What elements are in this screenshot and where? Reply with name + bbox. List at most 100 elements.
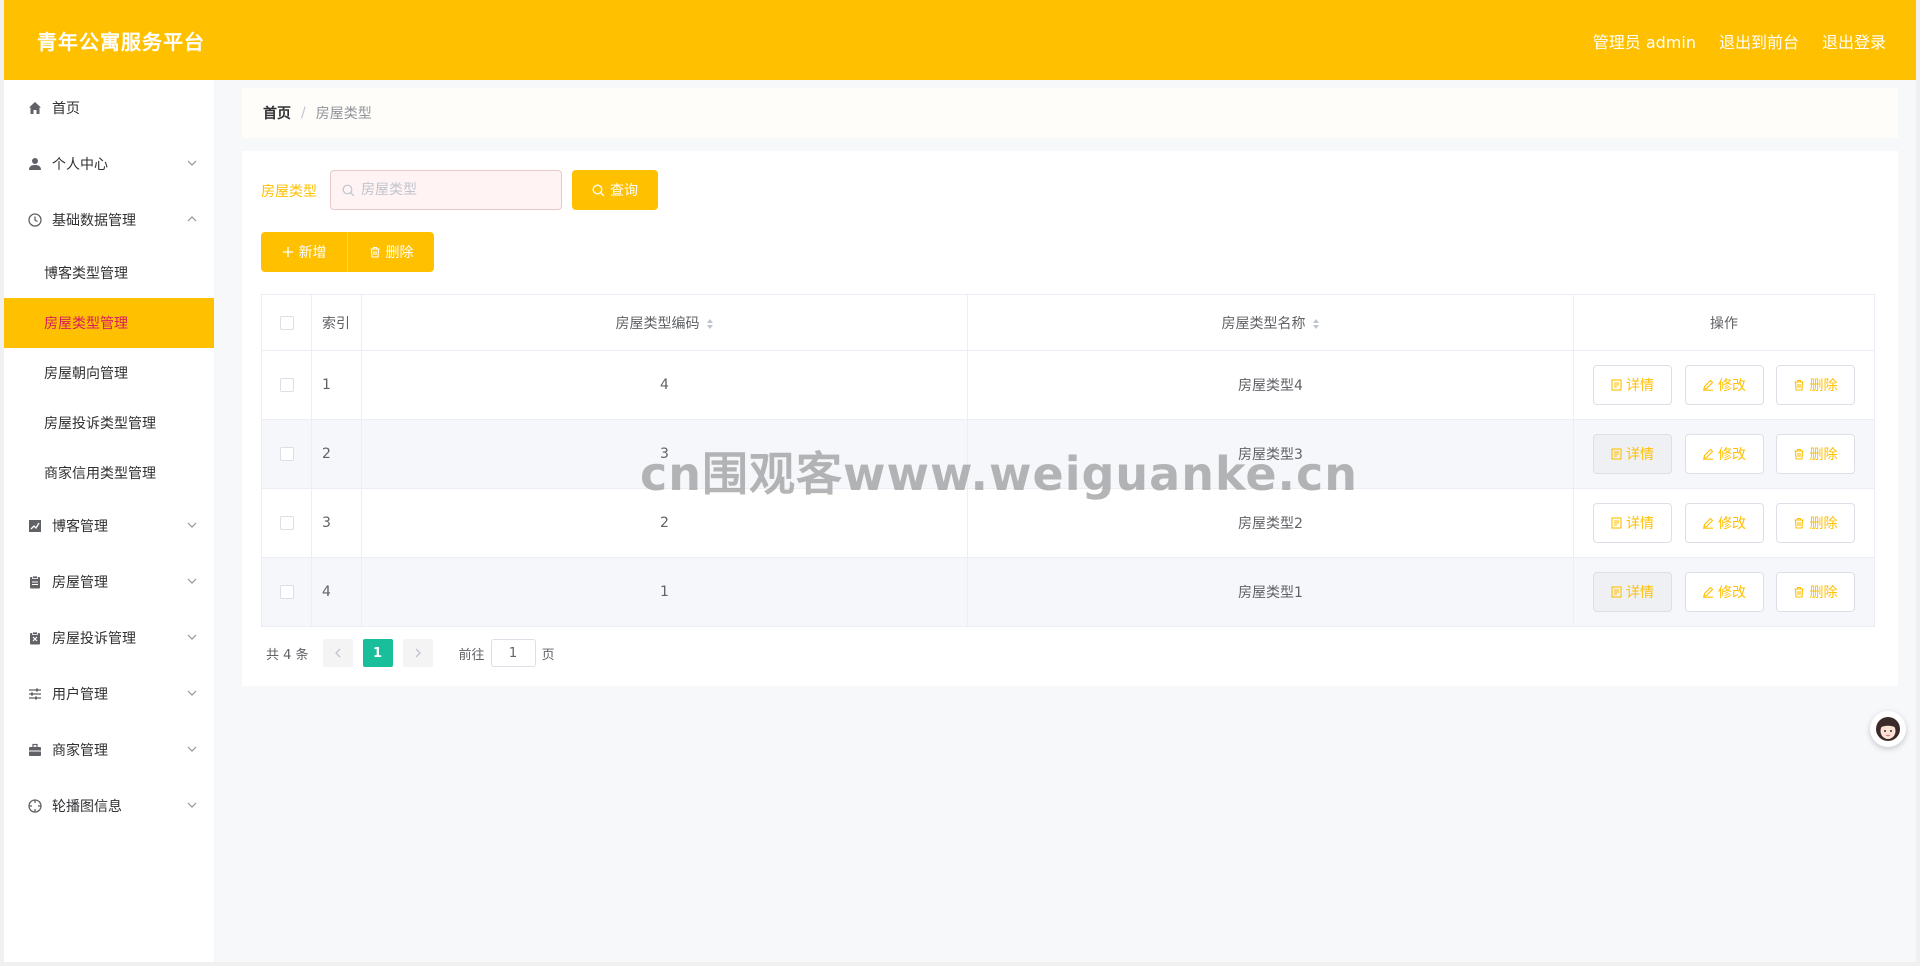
row-code: 4 — [361, 350, 968, 420]
detail-button[interactable]: 详情 — [1593, 365, 1673, 405]
breadcrumb-current: 房屋类型 — [315, 106, 372, 122]
search-icon — [342, 184, 355, 197]
chevron-down-icon — [187, 802, 197, 808]
row-checkbox[interactable] — [279, 378, 294, 392]
row-operations: 详情 修改 删除 — [1573, 488, 1875, 558]
select-all-checkbox[interactable] — [279, 315, 294, 330]
detail-button[interactable]: 详情 — [1593, 572, 1673, 612]
chevron-up-icon — [187, 216, 197, 222]
table-row: 4 1 房屋类型1 详情 修改 删除 — [261, 557, 1875, 627]
table-row: 1 4 房屋类型4 详情 修改 删除 — [261, 350, 1875, 420]
sidebar-item-house-complaint[interactable]: 房屋投诉管理 — [4, 614, 214, 662]
sidebar-item-home[interactable]: 首页 — [4, 84, 214, 132]
edit-label: 修改 — [1718, 585, 1746, 601]
sidebar-item-house[interactable]: 房屋管理 — [4, 558, 214, 606]
assistant-avatar[interactable] — [1870, 711, 1906, 747]
edit-button[interactable]: 修改 — [1684, 503, 1764, 543]
chevron-right-icon — [415, 648, 421, 658]
edit-icon — [1703, 379, 1714, 391]
sidebar-item-label: 房屋管理 — [52, 575, 108, 591]
document-icon — [1611, 448, 1622, 460]
sidebar-item-basic-data[interactable]: 基础数据管理 — [4, 196, 214, 244]
query-button[interactable]: 查询 — [572, 170, 658, 210]
add-button[interactable]: 新增 — [261, 232, 348, 272]
delete-label: 删除 — [1809, 447, 1838, 463]
page-unit-label: 页 — [541, 647, 555, 663]
sidebar-item-label: 房屋类型管理 — [44, 316, 128, 332]
add-button-label: 新增 — [298, 245, 327, 261]
sidebar-item-label: 博客管理 — [52, 519, 108, 535]
prev-page-button[interactable] — [322, 639, 353, 667]
sidebar-item-personal[interactable]: 个人中心 — [4, 140, 214, 188]
sidebar: 首页 个人中心 基础数据管理 博客类型管理 房屋类型管理 房屋朝向管理 房屋投诉… — [4, 80, 214, 962]
sort-icon[interactable] — [1312, 318, 1320, 330]
delete-button[interactable]: 删除 — [1775, 365, 1855, 405]
row-checkbox[interactable] — [279, 516, 294, 530]
document-icon — [1611, 379, 1622, 391]
sidebar-subitem-house-type[interactable]: 房屋类型管理 — [4, 298, 214, 348]
clipboard-icon — [30, 575, 40, 589]
admin-label: 管理员 admin — [1592, 33, 1696, 52]
search-input[interactable] — [361, 179, 551, 201]
batch-delete-button[interactable]: 删除 — [348, 232, 434, 272]
edit-icon — [1703, 586, 1714, 598]
header-name[interactable]: 房屋类型名称 — [967, 294, 1574, 351]
avatar-face-icon — [1876, 717, 1900, 741]
main-content: 首页 / 房屋类型 房屋类型 查询 新增 删除 — [214, 80, 1916, 962]
delete-button[interactable]: 删除 — [1775, 503, 1855, 543]
row-checkbox[interactable] — [279, 585, 294, 599]
query-button-label: 查询 — [610, 183, 638, 199]
app-window: 青年公寓服务平台 管理员 admin 退出到前台 退出登录 首页 个人中心 基础… — [4, 0, 1916, 962]
app-title: 青年公寓服务平台 — [37, 30, 205, 54]
logout-link[interactable]: 退出登录 — [1822, 29, 1886, 53]
pagination-total: 共 4 条 — [266, 647, 309, 663]
clock-icon — [28, 213, 42, 227]
row-checkbox[interactable] — [279, 447, 294, 461]
page-number[interactable]: 1 — [362, 639, 393, 667]
breadcrumb-home[interactable]: 首页 — [263, 103, 291, 123]
delete-button[interactable]: 删除 — [1775, 572, 1855, 612]
row-checkbox-cell — [261, 488, 312, 558]
sidebar-item-label: 个人中心 — [52, 157, 108, 173]
delete-label: 删除 — [1809, 516, 1838, 532]
chevron-down-icon — [187, 160, 197, 166]
header-code[interactable]: 房屋类型编码 — [361, 294, 968, 351]
briefcase-icon — [29, 743, 41, 756]
sidebar-item-merchants[interactable]: 商家管理 — [4, 726, 214, 774]
search-field[interactable] — [330, 170, 562, 210]
detail-label: 详情 — [1626, 447, 1655, 463]
edit-label: 修改 — [1718, 378, 1746, 394]
edit-button[interactable]: 修改 — [1684, 572, 1764, 612]
detail-label: 详情 — [1626, 585, 1655, 601]
sidebar-item-label: 首页 — [52, 101, 80, 117]
chevron-down-icon — [187, 746, 197, 752]
goto-label: 前往 — [458, 647, 485, 663]
sidebar-subitem-house-orientation[interactable]: 房屋朝向管理 — [4, 348, 214, 398]
row-operations: 详情 修改 删除 — [1573, 557, 1875, 627]
sidebar-item-blog[interactable]: 博客管理 — [4, 502, 214, 550]
sidebar-subitem-complaint-type[interactable]: 房屋投诉类型管理 — [4, 398, 214, 448]
detail-button[interactable]: 详情 — [1593, 434, 1673, 474]
goto-page-input[interactable] — [490, 639, 536, 667]
row-operations: 详情 修改 删除 — [1573, 419, 1875, 489]
sidebar-item-label: 商家管理 — [52, 743, 108, 759]
sidebar-item-label: 基础数据管理 — [52, 213, 136, 229]
sidebar-item-label: 房屋投诉管理 — [52, 631, 136, 647]
chevron-down-icon — [187, 522, 197, 528]
user-icon — [29, 158, 41, 170]
sidebar-subitem-blog-type[interactable]: 博客类型管理 — [4, 248, 214, 298]
chevron-down-icon — [187, 578, 197, 584]
sidebar-item-users[interactable]: 用户管理 — [4, 670, 214, 718]
detail-button[interactable]: 详情 — [1593, 503, 1673, 543]
row-code: 1 — [361, 557, 968, 627]
sidebar-item-carousel[interactable]: 轮播图信息 — [4, 782, 214, 830]
edit-icon — [1703, 517, 1714, 529]
chevron-down-icon — [187, 634, 197, 640]
sort-icon[interactable] — [706, 318, 714, 330]
delete-button[interactable]: 删除 — [1775, 434, 1855, 474]
exit-to-front-link[interactable]: 退出到前台 — [1719, 29, 1799, 53]
next-page-button[interactable] — [402, 639, 433, 667]
edit-button[interactable]: 修改 — [1684, 365, 1764, 405]
sidebar-subitem-credit-type[interactable]: 商家信用类型管理 — [4, 448, 214, 498]
edit-button[interactable]: 修改 — [1684, 434, 1764, 474]
